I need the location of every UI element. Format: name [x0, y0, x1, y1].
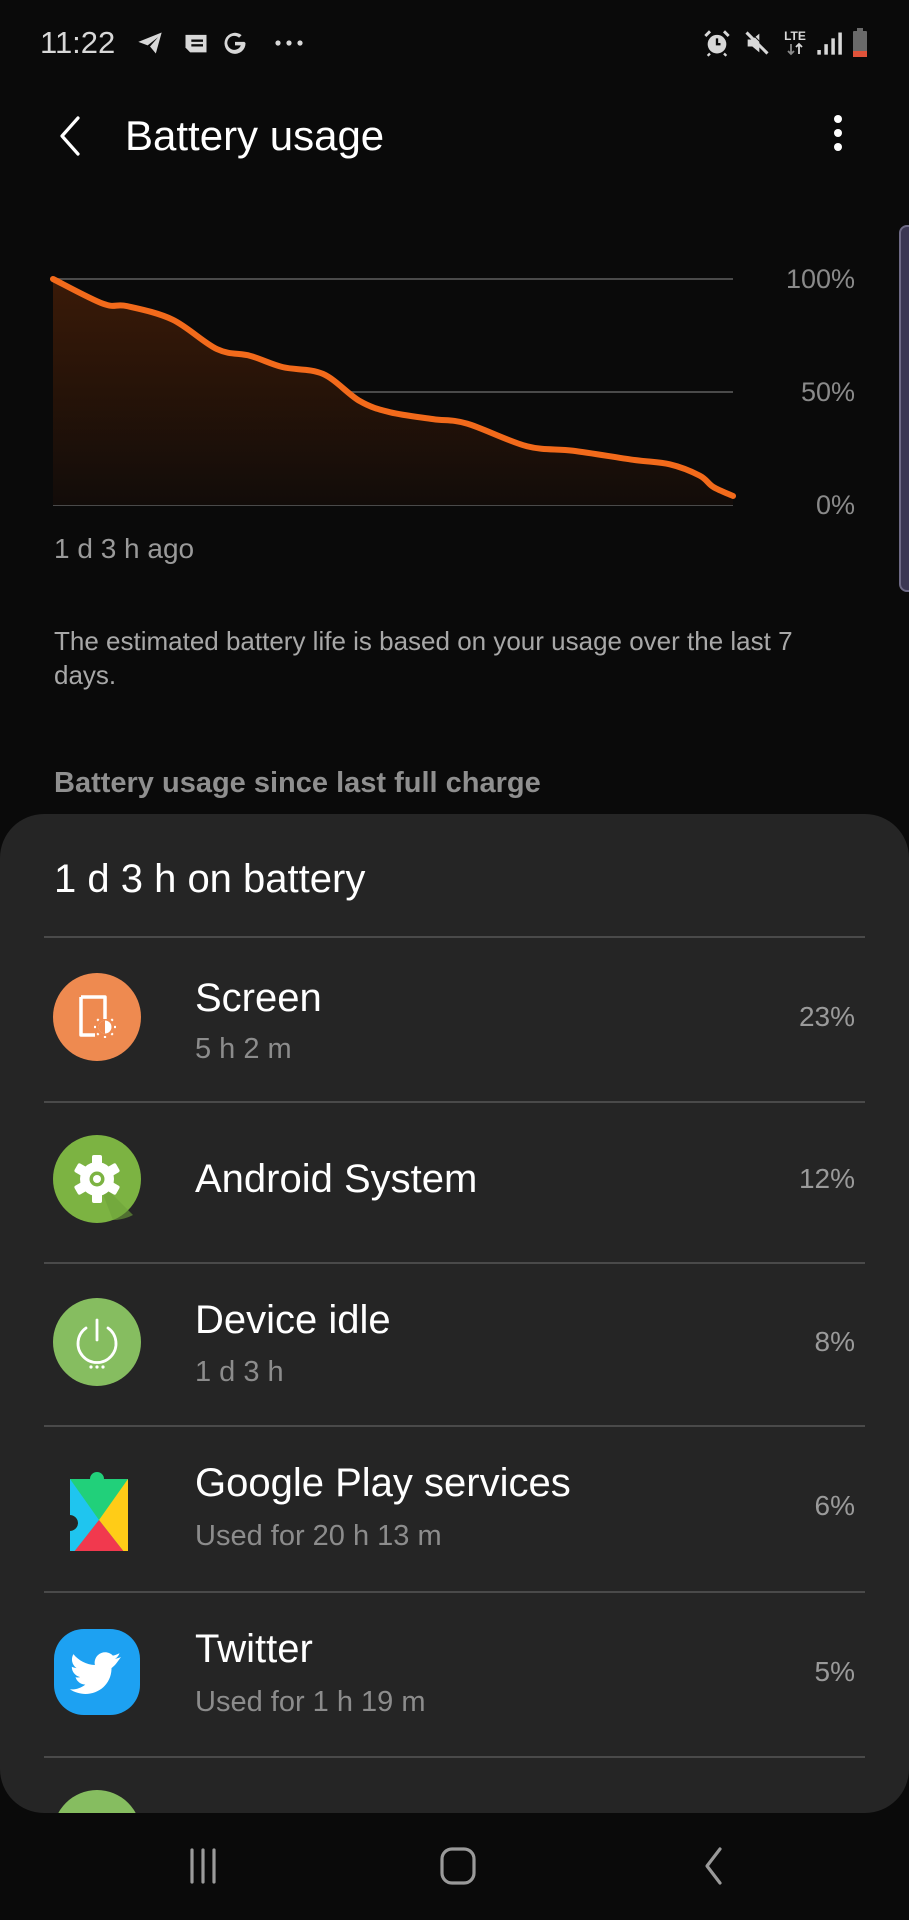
estimate-info-text: The estimated battery life is based on y… — [54, 626, 793, 690]
more-options-button[interactable] — [818, 108, 858, 162]
power-icon — [53, 1298, 141, 1386]
section-header: Battery usage since last full charge — [54, 767, 541, 799]
usage-item-device-idle[interactable]: Device idle 1 d 3 h 8% — [0, 1264, 909, 1426]
back-button[interactable] — [48, 108, 96, 164]
battery-level-chart: 100% 50% 0% — [0, 250, 909, 530]
chart-start-time-label: 1 d 3 h ago — [54, 533, 195, 564]
usage-item-percent: 12% — [798, 1163, 855, 1194]
back-icon — [705, 1847, 722, 1885]
usage-item-percent: 8% — [814, 1326, 855, 1357]
y-tick-label-50: 50% — [800, 377, 855, 407]
y-tick-label-100: 100% — [785, 264, 855, 294]
home-button[interactable] — [418, 1838, 498, 1894]
usage-item-screen[interactable]: Screen 5 h 2 m 23% — [0, 938, 909, 1100]
alarm-icon — [703, 28, 731, 58]
page-title: Battery usage — [125, 112, 385, 159]
more-vert-icon — [834, 115, 842, 123]
usage-item-detail: Used for 1 h 19 m — [195, 1686, 426, 1718]
google-play-services-icon — [53, 1463, 141, 1555]
status-time: 11:22 — [40, 25, 116, 60]
more-notifications-icon — [272, 28, 306, 58]
usage-item-name: Android System — [195, 1157, 478, 1201]
recents-button[interactable] — [163, 1838, 243, 1894]
usage-item-name: Google Play services — [195, 1461, 571, 1505]
twitter-icon — [53, 1628, 141, 1716]
usage-item-detail: 1 d 3 h — [195, 1356, 284, 1388]
telegram-icon — [136, 28, 164, 58]
svg-text:LTE: LTE — [784, 29, 806, 43]
usage-item-google-play-services[interactable]: Google Play services Used for 20 h 13 m … — [0, 1427, 909, 1591]
lte-icon: LTE — [780, 28, 810, 58]
battery-chart-svg — [50, 276, 736, 506]
google-icon — [221, 28, 249, 58]
news-icon — [182, 28, 210, 58]
usage-item-percent: 23% — [798, 1001, 855, 1032]
usage-item-name: Device idle — [195, 1298, 391, 1342]
usage-item-name: Twitter — [195, 1627, 313, 1671]
usage-item-twitter[interactable]: Twitter Used for 1 h 19 m 5% — [0, 1593, 909, 1757]
usage-item-name: Screen — [195, 976, 322, 1020]
usage-item-detail: Used for 20 h 13 m — [195, 1520, 442, 1552]
usage-item-partial[interactable] — [0, 1758, 909, 1813]
nav-back-button[interactable] — [673, 1838, 753, 1894]
home-icon — [440, 1847, 476, 1885]
usage-item-android-system[interactable]: Android System 12% — [0, 1103, 909, 1263]
usage-card: 1 d 3 h on battery Screen 5 h 2 m 23% An… — [0, 814, 909, 1813]
mute-icon — [743, 28, 771, 58]
screen-brightness-icon — [53, 973, 141, 1061]
signal-icon — [815, 28, 843, 58]
y-tick-label-0: 0% — [815, 490, 855, 520]
chevron-left-icon — [60, 116, 80, 156]
gear-icon — [53, 1135, 141, 1223]
usage-item-percent: 5% — [814, 1656, 855, 1687]
app-icon-partial — [53, 1790, 141, 1813]
time-on-battery: 1 d 3 h on battery — [54, 857, 366, 901]
battery-low-icon — [850, 28, 870, 58]
recents-icon — [190, 1848, 216, 1884]
usage-item-percent: 6% — [814, 1490, 855, 1521]
usage-item-detail: 5 h 2 m — [195, 1033, 292, 1065]
